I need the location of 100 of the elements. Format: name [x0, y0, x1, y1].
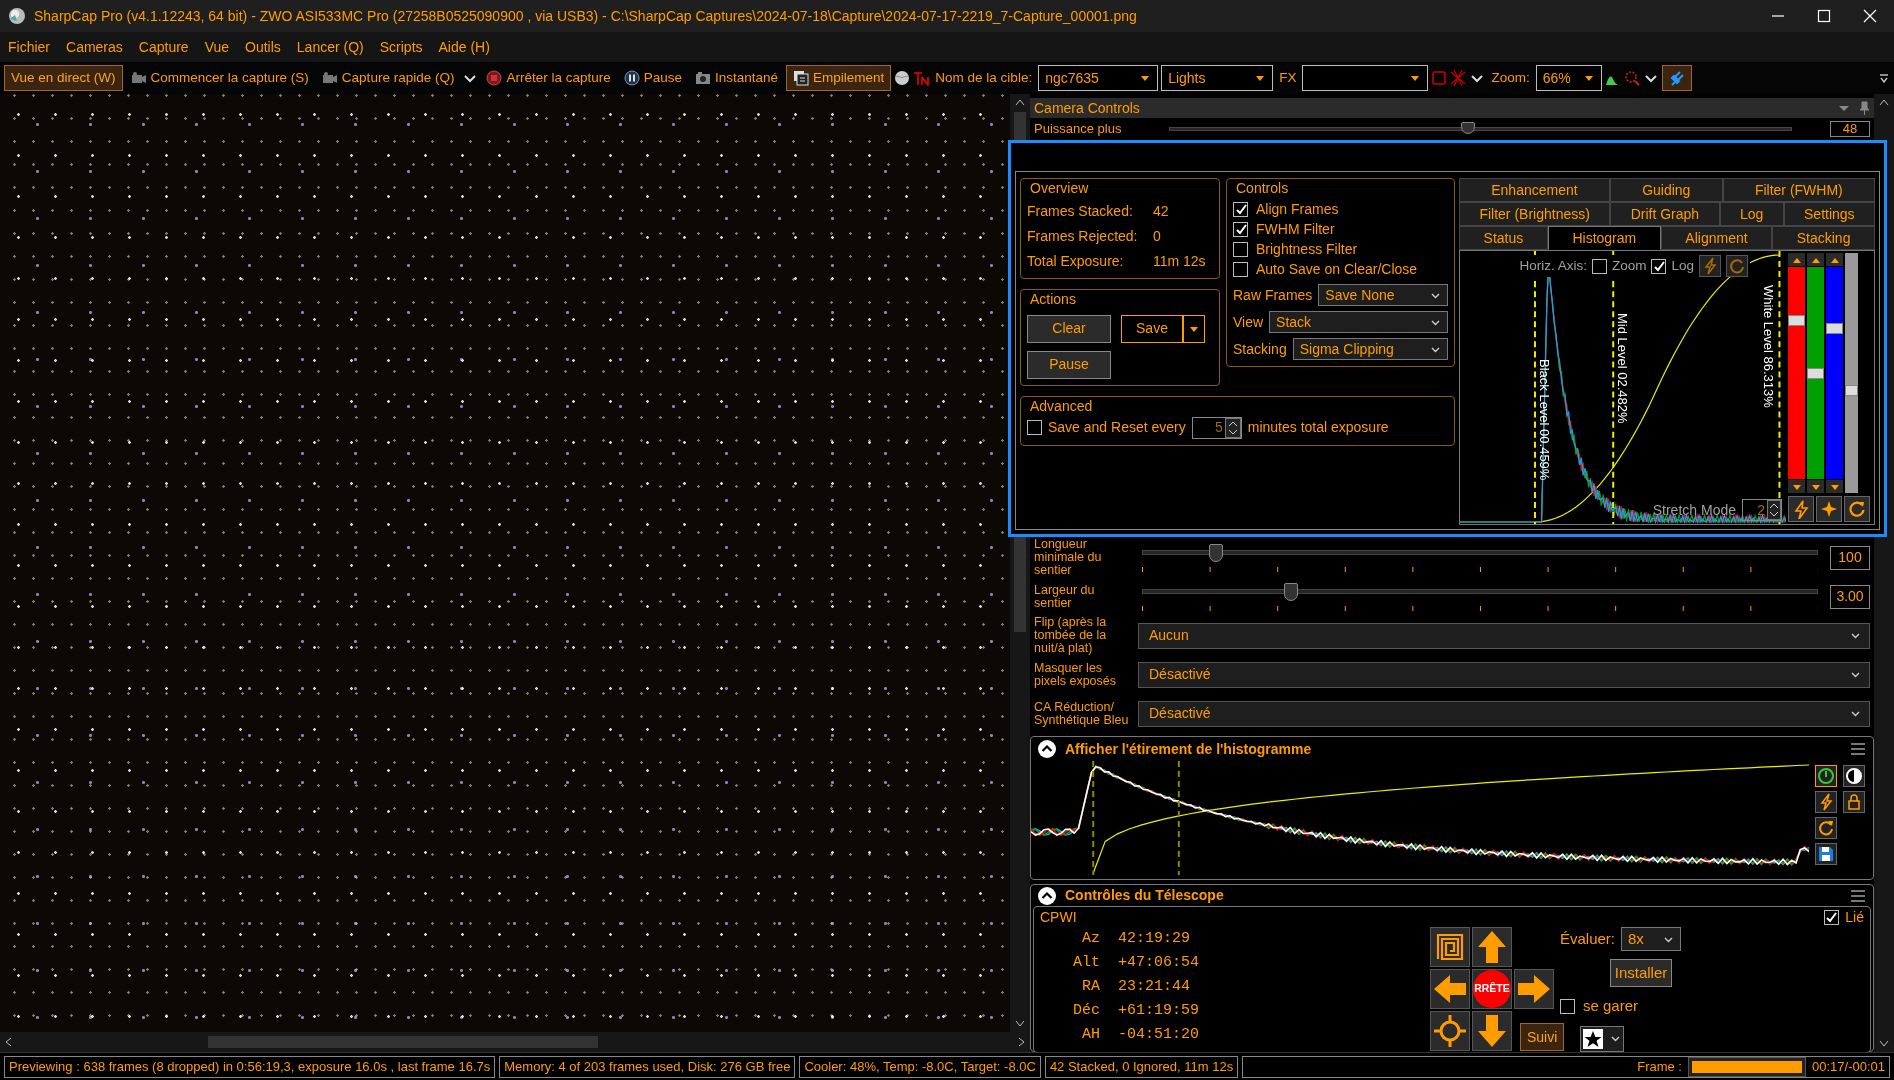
checkbox[interactable]: [1651, 258, 1667, 274]
tab[interactable]: Alignment: [1660, 226, 1773, 250]
move-right-button[interactable]: [1514, 969, 1554, 1009]
checkbox[interactable]: [1560, 998, 1575, 1014]
tab[interactable]: Filter (Brightness): [1459, 202, 1611, 226]
lock-icon[interactable]: [1843, 791, 1865, 813]
quick-capture-button[interactable]: Capture rapide (Q): [316, 65, 460, 91]
checkbox[interactable]: [1233, 221, 1248, 237]
dropdown[interactable]: Stack: [1269, 311, 1448, 334]
raise-button[interactable]: [1826, 253, 1843, 266]
slider[interactable]: [1142, 541, 1818, 574]
auto-stretch-button[interactable]: [1788, 496, 1814, 522]
spin-field[interactable]: 2: [1742, 499, 1782, 521]
star-dropdown[interactable]: [1580, 1025, 1624, 1052]
dropdown[interactable]: Save None: [1318, 284, 1448, 307]
slider-thumb[interactable]: [1845, 384, 1858, 396]
snapshot-button[interactable]: Instantané: [690, 65, 784, 91]
dropdown[interactable]: Aucun: [1138, 622, 1870, 649]
dropdown[interactable]: 8x: [1621, 927, 1682, 951]
setup-button[interactable]: Installer: [1610, 959, 1672, 987]
tab[interactable]: Histogram: [1547, 226, 1661, 250]
boost-button[interactable]: [1816, 496, 1842, 522]
tab[interactable]: Guiding: [1609, 178, 1723, 202]
raise-button[interactable]: [1807, 253, 1824, 266]
target-combo[interactable]: ngc7635: [1038, 65, 1159, 91]
menu-item[interactable]: Capture: [130, 36, 197, 58]
tab[interactable]: Stacking: [1772, 226, 1876, 250]
scrollbar-thumb[interactable]: [208, 1036, 598, 1048]
maximize-icon[interactable]: [1816, 8, 1832, 24]
tab[interactable]: Drift Graph: [1610, 202, 1720, 226]
stop-capture-button[interactable]: Arrêter la capture: [481, 65, 616, 91]
dropdown[interactable]: Désactivé: [1138, 661, 1870, 688]
refresh-icon[interactable]: [1726, 255, 1748, 277]
crosshatch-icon[interactable]: [1450, 69, 1467, 87]
spiral-search-button[interactable]: [1430, 927, 1470, 967]
checkbox[interactable]: [1591, 258, 1607, 274]
live-view-button[interactable]: Vue en direct (W): [4, 65, 123, 91]
lower-button[interactable]: [1807, 480, 1824, 493]
move-down-button[interactable]: [1472, 1011, 1512, 1051]
start-capture-button[interactable]: Commencer la capture (S): [125, 65, 314, 91]
stop-button[interactable]: RRÊTE: [1473, 970, 1511, 1008]
close-icon[interactable]: [1862, 8, 1878, 24]
checkbox[interactable]: [1233, 201, 1248, 217]
checkbox[interactable]: [1233, 241, 1248, 257]
lightning-icon[interactable]: [1699, 255, 1721, 277]
slider-thumb[interactable]: [1283, 582, 1298, 601]
menu-icon[interactable]: [1849, 740, 1867, 758]
contrast-icon[interactable]: [1843, 765, 1865, 787]
horizontal-scrollbar[interactable]: [0, 1032, 1030, 1052]
menu-item[interactable]: Aide (H): [430, 36, 498, 58]
menu-item[interactable]: Outils: [237, 36, 289, 58]
refresh-icon[interactable]: [1815, 817, 1837, 839]
slider-thumb[interactable]: [1807, 368, 1824, 379]
stacking-button[interactable]: Empilement: [786, 65, 892, 91]
target-marker-icon[interactable]: [913, 70, 930, 86]
dropdown[interactable]: Désactivé: [1138, 700, 1870, 727]
plug-button[interactable]: [1661, 65, 1692, 91]
spin-field[interactable]: 5: [1191, 416, 1242, 439]
clear-button[interactable]: Clear: [1027, 314, 1111, 343]
power-icon[interactable]: [1815, 765, 1837, 787]
menu-item[interactable]: Cameras: [58, 36, 131, 58]
lower-button[interactable]: [1788, 480, 1805, 493]
lightning-icon[interactable]: [1815, 791, 1837, 813]
scroll-up-icon[interactable]: [1015, 98, 1025, 106]
fx-combo[interactable]: [1302, 65, 1429, 91]
center-button[interactable]: [1430, 1011, 1470, 1051]
dropdown[interactable]: Sigma Clipping: [1292, 338, 1448, 361]
slider-thumb[interactable]: [1461, 122, 1476, 134]
toolbar-overflow-icon[interactable]: [1878, 72, 1890, 84]
value-field[interactable]: 100: [1830, 545, 1870, 570]
value-field[interactable]: 48: [1830, 121, 1870, 137]
pause-button[interactable]: Pause: [618, 65, 687, 91]
value-field[interactable]: 3.00: [1830, 584, 1870, 609]
move-up-button[interactable]: [1472, 927, 1512, 967]
slider-thumb[interactable]: [1788, 315, 1805, 326]
tab[interactable]: Settings: [1783, 202, 1875, 226]
save-button[interactable]: Save: [1121, 314, 1183, 343]
menu-item[interactable]: Fichier: [0, 36, 58, 58]
slider-thumb[interactable]: [1209, 543, 1224, 562]
menu-item[interactable]: Lancer (Q): [288, 36, 372, 58]
lower-button[interactable]: [1826, 480, 1843, 493]
scroll-left-icon[interactable]: [4, 1037, 12, 1047]
slider[interactable]: [1169, 122, 1792, 136]
slider[interactable]: [1142, 580, 1818, 613]
tracking-button[interactable]: Suivi: [1520, 1023, 1565, 1051]
tab[interactable]: Status: [1459, 226, 1548, 250]
scroll-up-icon[interactable]: [1879, 98, 1889, 106]
sphere-icon[interactable]: [894, 70, 911, 86]
zoom-icon[interactable]: [1623, 70, 1640, 86]
zoom-combo[interactable]: 66%: [1535, 65, 1602, 91]
checkbox[interactable]: [1233, 261, 1248, 277]
reset-button[interactable]: [1844, 496, 1870, 522]
pin-icon[interactable]: [1858, 101, 1870, 115]
collapse-icon[interactable]: [1037, 739, 1057, 759]
slider-track[interactable]: [1845, 253, 1858, 493]
checkbox[interactable]: [1823, 909, 1839, 925]
collapse-icon[interactable]: [1037, 885, 1057, 906]
frame-type-combo[interactable]: Lights: [1161, 65, 1274, 91]
checkbox[interactable]: [1027, 420, 1042, 436]
tab[interactable]: Log: [1719, 202, 1784, 226]
